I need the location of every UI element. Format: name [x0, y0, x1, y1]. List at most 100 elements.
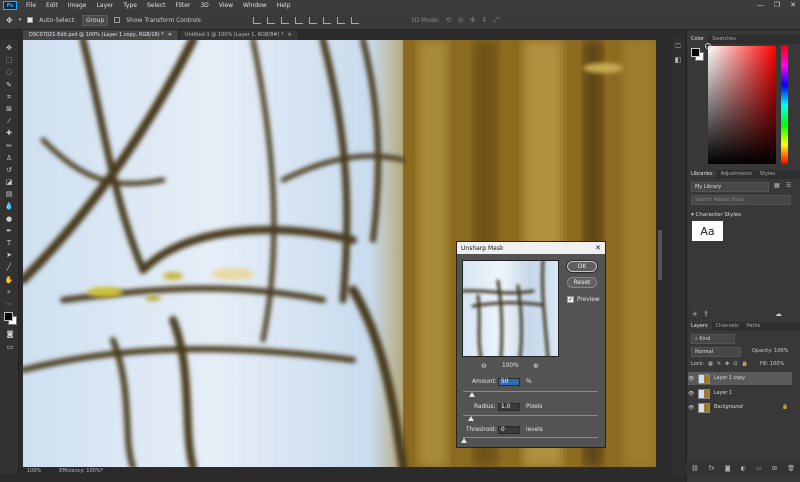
close-button[interactable]: ✕: [790, 1, 796, 9]
zoom-level[interactable]: 100%: [27, 468, 41, 474]
trash-icon[interactable]: 🗑: [787, 465, 795, 472]
menu-help[interactable]: Help: [272, 2, 296, 9]
zoom-tool-icon[interactable]: ⌕: [4, 288, 14, 297]
reset-button[interactable]: Reset: [567, 277, 597, 288]
menu-filter[interactable]: Filter: [171, 2, 196, 9]
tab-document-2[interactable]: Untitled-1 @ 100% (Layer 1, RGB/8#) * ✕: [178, 30, 299, 40]
chevron-down-icon[interactable]: ▾: [19, 17, 22, 23]
library-search-field[interactable]: Search Adobe Stock: [691, 195, 791, 205]
align-left-icon[interactable]: [294, 16, 303, 24]
history-brush-tool-icon[interactable]: ↺: [4, 166, 14, 175]
layer-row[interactable]: 👁 Layer 1: [688, 387, 792, 400]
tab-color[interactable]: Color: [687, 35, 709, 44]
amount-input[interactable]: 50: [498, 378, 520, 386]
lock-artboard-icon[interactable]: ⊡: [733, 361, 737, 367]
type-tool-icon[interactable]: T: [4, 239, 14, 248]
3d-rotate-icon[interactable]: ⟲: [446, 16, 452, 24]
menu-select[interactable]: Select: [142, 2, 171, 9]
more-tools-icon[interactable]: ⋯: [4, 300, 14, 309]
gradient-tool-icon[interactable]: ▤: [4, 190, 14, 199]
3d-scale-icon[interactable]: ⤢: [493, 16, 499, 25]
hand-tool-icon[interactable]: ✋: [4, 276, 14, 285]
threshold-slider-track[interactable]: [463, 437, 598, 438]
grid-view-icon[interactable]: ▦: [774, 182, 780, 189]
ok-button[interactable]: OK: [567, 261, 597, 272]
foreground-color-swatch[interactable]: [4, 312, 13, 321]
menu-3d[interactable]: 3D: [195, 2, 213, 9]
link-layers-icon[interactable]: ⛓: [691, 465, 699, 472]
properties-icon[interactable]: ◧: [674, 56, 682, 64]
layer-row[interactable]: 👁 Layer 1 copy: [688, 372, 792, 385]
shape-tool-icon[interactable]: ╱: [4, 263, 14, 272]
screen-mode-icon[interactable]: ▭: [5, 343, 15, 352]
distribute-icon[interactable]: [336, 16, 345, 24]
3d-roll-icon[interactable]: ◎: [458, 16, 464, 24]
menu-view[interactable]: View: [214, 2, 238, 9]
align-right-icon[interactable]: [322, 16, 331, 24]
eyedropper-tool-icon[interactable]: ⁄: [4, 117, 14, 126]
tab-swatches[interactable]: Swatches: [708, 35, 740, 44]
radius-slider-track[interactable]: [463, 415, 598, 416]
new-group-icon[interactable]: ▭: [756, 465, 762, 472]
zoom-out-icon[interactable]: ⊖: [481, 362, 487, 370]
upload-icon[interactable]: ⇪: [703, 310, 709, 318]
crop-tool-icon[interactable]: ⌗: [4, 93, 14, 102]
zoom-in-icon[interactable]: ⊕: [533, 362, 539, 370]
dialog-title-bar[interactable]: Unsharp Mask ✕: [457, 242, 605, 254]
menu-window[interactable]: Window: [238, 2, 272, 9]
menu-file[interactable]: File: [21, 2, 41, 9]
move-tool-icon[interactable]: ✥: [4, 44, 14, 53]
eraser-tool-icon[interactable]: ◪: [4, 178, 14, 187]
close-icon[interactable]: ✕: [168, 32, 172, 38]
clone-stamp-tool-icon[interactable]: ♙: [4, 154, 14, 163]
path-select-tool-icon[interactable]: ➤: [4, 251, 14, 260]
tab-adjustments[interactable]: Adjustments: [717, 170, 756, 179]
blur-tool-icon[interactable]: 💧: [4, 202, 14, 211]
transform-controls-checkbox[interactable]: [114, 17, 121, 23]
frame-tool-icon[interactable]: ⊠: [4, 105, 14, 114]
tab-paths[interactable]: Paths: [743, 322, 765, 331]
visibility-eye-icon[interactable]: 👁: [688, 376, 694, 382]
add-mask-icon[interactable]: ◙: [725, 465, 731, 472]
tab-libraries[interactable]: Libraries: [687, 170, 717, 179]
new-layer-icon[interactable]: ⊞: [772, 465, 777, 472]
preview-checkbox[interactable]: ✓: [567, 296, 574, 303]
auto-select-checkbox[interactable]: [27, 17, 34, 23]
menu-layer[interactable]: Layer: [91, 2, 118, 9]
lock-pixels-icon[interactable]: ▦: [708, 361, 713, 367]
visibility-eye-icon[interactable]: 👁: [688, 391, 694, 397]
menu-type[interactable]: Type: [118, 2, 142, 9]
color-foreground-swatch[interactable]: [691, 48, 700, 57]
library-menu-icon[interactable]: ☁: [775, 310, 782, 318]
layer-filter-select[interactable]: ⌕ Kind: [691, 334, 735, 344]
lasso-tool-icon[interactable]: ◌: [4, 68, 14, 77]
color-picker-field[interactable]: [708, 46, 776, 164]
amount-slider-thumb[interactable]: [469, 392, 475, 397]
align-middle-icon[interactable]: [266, 16, 275, 24]
marquee-tool-icon[interactable]: ⬚: [4, 56, 14, 65]
distribute-alt-icon[interactable]: [350, 16, 359, 24]
3d-pan-icon[interactable]: ✣: [470, 16, 476, 24]
hue-slider[interactable]: [781, 46, 788, 164]
align-bottom-icon[interactable]: [280, 16, 289, 24]
close-icon[interactable]: ✕: [288, 32, 292, 38]
radius-slider-thumb[interactable]: [468, 416, 474, 421]
tab-document-1[interactable]: DSC07021-Edit.psd @ 100% (Layer 1 copy, …: [23, 30, 179, 40]
healing-brush-tool-icon[interactable]: ✚: [4, 129, 14, 138]
document-info[interactable]: Efficiency: 100%*: [59, 468, 103, 474]
close-icon[interactable]: ✕: [595, 244, 601, 252]
filter-preview[interactable]: [462, 260, 559, 357]
tab-styles[interactable]: Styles: [756, 170, 779, 179]
scrollbar-thumb[interactable]: [658, 230, 662, 280]
amount-slider-track[interactable]: [463, 391, 598, 392]
threshold-input[interactable]: 0: [498, 426, 520, 434]
character-styles-header[interactable]: ▾ Character Styles: [691, 212, 741, 218]
brush-tool-icon[interactable]: ✏: [4, 142, 14, 151]
pen-tool-icon[interactable]: ✒: [4, 227, 14, 236]
quick-mask-icon[interactable]: ◙: [5, 330, 15, 339]
list-view-icon[interactable]: ☰: [786, 182, 791, 189]
add-element-icon[interactable]: +: [692, 310, 698, 318]
menu-edit[interactable]: Edit: [41, 2, 63, 9]
restore-button[interactable]: ❐: [774, 1, 780, 9]
character-style-thumbnail[interactable]: Aa: [692, 221, 723, 241]
